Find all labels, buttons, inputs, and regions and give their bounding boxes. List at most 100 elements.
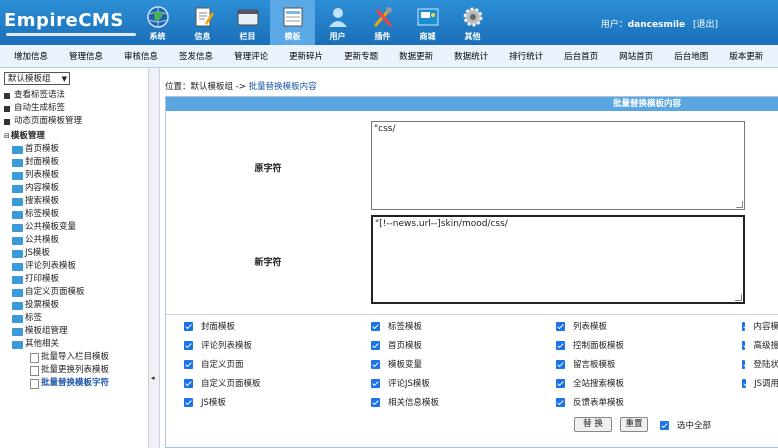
sidebar-item[interactable]: 自定义页面模板 <box>4 286 109 299</box>
sidebar-item[interactable]: 投票模板 <box>4 299 109 312</box>
reset-button[interactable]: 重置 <box>620 417 648 432</box>
checkbox-label: 首页模板 <box>388 341 423 351</box>
subnav-item[interactable]: 更新专题 <box>329 50 384 62</box>
shop-icon <box>417 8 438 26</box>
checkbox-label: 模板变量 <box>388 360 423 370</box>
subnav-item[interactable]: 增加信息 <box>0 50 54 62</box>
breadcrumb-prefix: 位置：默认模板组 -> <box>165 82 246 92</box>
checkbox-checked-icon <box>184 321 193 331</box>
resize-grip-icon[interactable] <box>736 201 743 208</box>
sidebar-subitem[interactable]: 批量导入栏目模板 <box>4 351 109 364</box>
sidebar-item[interactable]: 动态页面模板管理 <box>4 115 109 128</box>
checkbox-item[interactable]: 全站搜索模板 <box>556 377 624 389</box>
checkbox-checked-icon <box>556 359 565 369</box>
sidebar-item[interactable]: JS模板 <box>4 247 109 260</box>
sidebar-item-label: 批量导入栏目模板 <box>41 352 110 362</box>
checkbox-item[interactable]: 标签模板 <box>371 320 422 332</box>
subnav-item[interactable]: 更新碎片 <box>274 50 329 62</box>
checkbox-item[interactable]: JS模板 <box>184 396 226 408</box>
replace-form-panel: 批量替换模板内容 原字符 "css/ 新字符 "[!--news.url--]s… <box>165 96 778 448</box>
bullet-icon <box>4 92 10 99</box>
checkbox-item[interactable]: 相关信息模板 <box>371 396 439 408</box>
nav-column[interactable]: 栏目 <box>225 0 270 45</box>
subnav-item[interactable]: 数据统计 <box>439 50 494 62</box>
sidebar-item[interactable]: 搜索模板 <box>4 195 109 208</box>
nav-info[interactable]: 信息 <box>180 0 225 45</box>
sidebar-item[interactable]: 查看标签语法 <box>4 89 109 102</box>
breadcrumb-current[interactable]: 批量替换模板内容 <box>249 82 317 92</box>
user-icon <box>328 8 347 27</box>
sidebar-item[interactable]: 模板组管理 <box>4 325 109 338</box>
checkbox-item[interactable]: 高级搜 <box>742 339 778 351</box>
folder-icon <box>12 236 23 245</box>
checkbox-checked-icon <box>371 359 380 369</box>
sidebar-item[interactable]: 标签模板 <box>4 208 109 221</box>
checkbox-item[interactable]: 留言板模板 <box>556 358 616 370</box>
nav-user[interactable]: 用户 <box>315 0 360 45</box>
sidebar-item[interactable]: 公共模板变量 <box>4 221 109 234</box>
checkbox-item[interactable]: JS调用 <box>742 377 778 389</box>
checkbox-item[interactable]: 控制面板模板 <box>556 339 624 351</box>
subnav-item[interactable]: 审核信息 <box>109 50 164 62</box>
subnav-item[interactable]: 网站首页 <box>604 50 659 62</box>
old-char-textarea[interactable]: "css/ <box>371 121 745 210</box>
sidebar-item[interactable]: 标签 <box>4 312 109 325</box>
sidebar-item[interactable]: 公共模板 <box>4 234 109 247</box>
subnav-item[interactable]: 排行统计 <box>494 50 549 62</box>
sidebar-group-title[interactable]: ⊟ 模板管理 <box>4 130 109 143</box>
nav-plugin[interactable]: 插件 <box>360 0 405 45</box>
sidebar-subitem[interactable]: 批量更换列表模板 <box>4 364 109 377</box>
checkbox-item[interactable]: 内容模 <box>742 320 778 332</box>
gear-icon <box>463 7 482 27</box>
globe-icon <box>146 6 169 28</box>
nav-other[interactable]: 其他 <box>450 0 495 45</box>
checkbox-item[interactable]: 评论列表模板 <box>184 339 252 351</box>
checkbox-item[interactable]: 列表模板 <box>556 320 607 332</box>
sidebar-item[interactable]: 打印模板 <box>4 273 109 286</box>
nav-label: 信息 <box>194 32 211 41</box>
sidebar-item[interactable]: 自动生成标签 <box>4 102 109 115</box>
sidebar-subitem-active[interactable]: 批量替换模板字符 <box>4 377 109 390</box>
nav-shop[interactable]: 商城 <box>405 0 450 45</box>
subnav-item[interactable]: 管理信息 <box>54 50 109 62</box>
checkbox-label: JS调用 <box>754 379 778 389</box>
nav-system[interactable]: 系统 <box>135 0 180 45</box>
sidebar-item[interactable]: 内容模板 <box>4 182 109 195</box>
checkbox-item[interactable]: 模板变量 <box>371 358 422 370</box>
username: dancesmile <box>627 20 686 30</box>
select-all-checkbox[interactable]: 选中全部 <box>660 419 711 431</box>
folder-icon <box>12 223 23 232</box>
nav-template[interactable]: 模板 <box>270 0 315 45</box>
subnav-item[interactable]: 签发信息 <box>164 50 219 62</box>
subnav-item[interactable]: 后台首页 <box>549 50 604 62</box>
folder-icon <box>12 301 23 310</box>
checkbox-item[interactable]: 评论JS模板 <box>371 377 430 389</box>
checkbox-item[interactable]: 反馈表单模板 <box>556 396 624 408</box>
chevron-down-icon: ▼ <box>61 75 67 83</box>
checkbox-item[interactable]: 自定义页面模板 <box>184 377 261 389</box>
checkbox-item[interactable]: 自定义页面 <box>184 358 244 370</box>
checkbox-item[interactable]: 封面模板 <box>184 320 235 332</box>
sidebar-item[interactable]: 评论列表模板 <box>4 260 109 273</box>
logo-swoosh <box>6 33 136 36</box>
logout-link[interactable]: [退出] <box>693 20 718 30</box>
checkbox-label: 高级搜 <box>753 341 778 351</box>
sidebar-collapse-bar[interactable]: ◂ <box>148 68 160 448</box>
subnav-item[interactable]: 版本更新 <box>714 50 769 62</box>
resize-grip-icon[interactable] <box>735 294 742 301</box>
subnav-item[interactable]: 后台地图 <box>659 50 714 62</box>
new-char-textarea[interactable]: "[!--news.url--]skin/mood/css/ <box>371 215 745 304</box>
sidebar-item[interactable]: 列表模板 <box>4 169 109 182</box>
sidebar-item[interactable]: 首页模板 <box>4 143 109 156</box>
checkbox-item[interactable]: 首页模板 <box>371 339 422 351</box>
sidebar-item[interactable]: 其他相关 <box>4 338 109 351</box>
folder-icon <box>237 9 258 26</box>
template-group-select[interactable]: 默认模板组 ▼ <box>4 72 70 85</box>
checkbox-checked-icon <box>660 420 669 430</box>
checkbox-item[interactable]: 登陆状 <box>742 358 778 370</box>
subnav-item[interactable]: 管理评论 <box>219 50 274 62</box>
sidebar-item[interactable]: 封面模板 <box>4 156 109 169</box>
checkbox-checked-icon <box>184 397 193 407</box>
replace-button[interactable]: 替 换 <box>574 417 612 432</box>
subnav-item[interactable]: 数据更新 <box>384 50 439 62</box>
